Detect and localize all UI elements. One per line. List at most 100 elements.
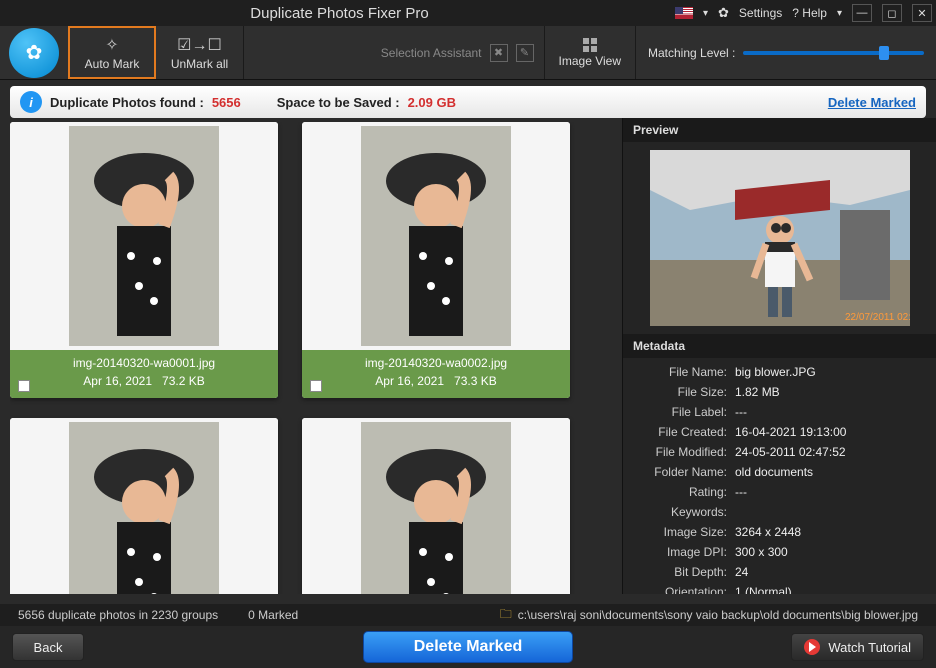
watch-tutorial-label: Watch Tutorial [828,640,911,655]
minimize-button[interactable]: — [852,4,872,22]
auto-mark-label: Auto Mark [85,57,140,71]
metadata-key: File Created: [623,425,735,439]
metadata-panel: File Name:big blower.JPGFile Size:1.82 M… [623,358,936,594]
photo-checkbox[interactable] [310,380,322,392]
metadata-key: File Name: [623,365,735,379]
unmark-all-button[interactable]: ☑→☐ UnMark all [156,26,244,79]
metadata-key: Folder Name: [623,465,735,479]
thumbnail [10,122,278,350]
sa-icon-2: ✎ [516,44,534,62]
app-logo [0,26,68,79]
image-view-button[interactable]: Image View [545,26,636,79]
photo-filename: img-20140320-wa0002.jpg [302,354,570,372]
selection-assistant-label: Selection Assistant [381,46,482,60]
back-button[interactable]: Back [12,633,84,661]
preview-image: 22/07/2011 02:41 [650,150,910,326]
thumbnail [10,418,278,594]
metadata-row: Rating:--- [623,482,922,502]
svg-text:22/07/2011 02:41: 22/07/2011 02:41 [845,312,910,323]
metadata-row: Image Size:3264 x 2448 [623,522,922,542]
matching-level: Matching Level : [636,26,936,79]
results-scroll[interactable]: img-20140320-wa0001.jpg Apr 16, 2021 73.… [10,122,622,594]
side-panel: Preview 22/07/2011 02:41 Metadata File N… [622,118,936,594]
settings-link[interactable]: Settings [739,6,782,20]
metadata-value [735,505,922,519]
photo-card[interactable] [302,418,570,594]
metadata-key: File Size: [623,385,735,399]
status-dups: 5656 duplicate photos in 2230 groups [18,608,218,622]
maximize-button[interactable]: ◻ [882,4,902,22]
metadata-row: Image DPI:300 x 300 [623,542,922,562]
metadata-row: File Name:big blower.JPG [623,362,922,382]
metadata-key: Image DPI: [623,545,735,559]
metadata-key: File Label: [623,405,735,419]
metadata-value: old documents [735,465,922,479]
metadata-key: Rating: [623,485,735,499]
status-bar: 5656 duplicate photos in 2230 groups 0 M… [0,604,936,626]
photo-meta-bar: img-20140320-wa0002.jpg Apr 16, 2021 73.… [302,350,570,398]
space-value: 2.09 GB [408,95,456,110]
help-link[interactable]: ? Help [792,6,827,20]
auto-mark-button[interactable]: ✧ Auto Mark [68,26,156,79]
image-view-label: Image View [559,54,621,68]
settings-gear-icon[interactable]: ✿ [718,5,729,21]
selection-assistant[interactable]: Selection Assistant ✖ ✎ [371,26,545,79]
help-chevron-icon[interactable]: ▾ [837,8,842,19]
unmark-all-label: UnMark all [171,57,228,71]
metadata-row: Keywords: [623,502,922,522]
title-bar: Duplicate Photos Fixer Pro ▾ ✿ Settings … [0,0,936,26]
preview-area: 22/07/2011 02:41 [623,142,936,334]
metadata-value: 24-05-2011 02:47:52 [735,445,922,459]
dup-label: Duplicate Photos found : [50,95,204,110]
photo-card[interactable] [10,418,278,594]
wand-icon: ✧ [105,35,118,55]
chevron-down-icon[interactable]: ▾ [703,8,708,19]
close-button[interactable]: ✕ [912,4,932,22]
metadata-row: File Label:--- [623,402,922,422]
metadata-value: 300 x 300 [735,545,922,559]
metadata-value: --- [735,485,922,499]
thumbnail [302,122,570,350]
metadata-key: Orientation: [623,585,735,594]
metadata-key: Image Size: [623,525,735,539]
delete-marked-link[interactable]: Delete Marked [828,95,916,110]
metadata-list[interactable]: File Name:big blower.JPGFile Size:1.82 M… [623,358,936,594]
photo-card[interactable]: img-20140320-wa0002.jpg Apr 16, 2021 73.… [302,122,570,398]
dup-count: 5656 [212,95,241,110]
metadata-value: 1 (Normal) [735,585,922,594]
slider-thumb[interactable] [879,46,889,60]
metadata-row: Orientation:1 (Normal) [623,582,922,594]
metadata-key: File Modified: [623,445,735,459]
bottom-bar: Back Delete Marked Watch Tutorial [0,626,936,668]
metadata-key: Keywords: [623,505,735,519]
info-bar: i Duplicate Photos found : 5656 Space to… [10,86,926,118]
thumbnail [302,418,570,594]
photo-checkbox[interactable] [18,380,30,392]
metadata-key: Bit Depth: [623,565,735,579]
matching-level-label: Matching Level : [648,46,735,60]
photo-filename: img-20140320-wa0001.jpg [10,354,278,372]
info-icon: i [20,91,42,113]
metadata-row: File Size:1.82 MB [623,382,922,402]
preview-header: Preview [623,118,936,142]
metadata-row: File Modified:24-05-2011 02:47:52 [623,442,922,462]
flag-icon[interactable] [675,7,693,19]
metadata-value: 3264 x 2448 [735,525,922,539]
matching-level-slider[interactable] [743,51,924,55]
watch-tutorial-button[interactable]: Watch Tutorial [791,633,924,661]
sa-icon-1: ✖ [490,44,508,62]
metadata-value: 16-04-2021 19:13:00 [735,425,922,439]
metadata-value: --- [735,405,922,419]
status-path: c:\users\raj soni\documents\sony vaio ba… [518,608,918,622]
metadata-value: 1.82 MB [735,385,922,399]
photo-card[interactable]: img-20140320-wa0001.jpg Apr 16, 2021 73.… [10,122,278,398]
metadata-row: File Created:16-04-2021 19:13:00 [623,422,922,442]
metadata-row: Bit Depth:24 [623,562,922,582]
app-title: Duplicate Photos Fixer Pro [4,5,675,22]
results-panel: img-20140320-wa0001.jpg Apr 16, 2021 73.… [0,118,622,594]
space-label: Space to be Saved : [277,95,400,110]
metadata-header: Metadata [623,334,936,358]
toolbar: ✧ Auto Mark ☑→☐ UnMark all Selection Ass… [0,26,936,80]
photo-meta-bar: img-20140320-wa0001.jpg Apr 16, 2021 73.… [10,350,278,398]
delete-marked-button[interactable]: Delete Marked [363,631,573,663]
